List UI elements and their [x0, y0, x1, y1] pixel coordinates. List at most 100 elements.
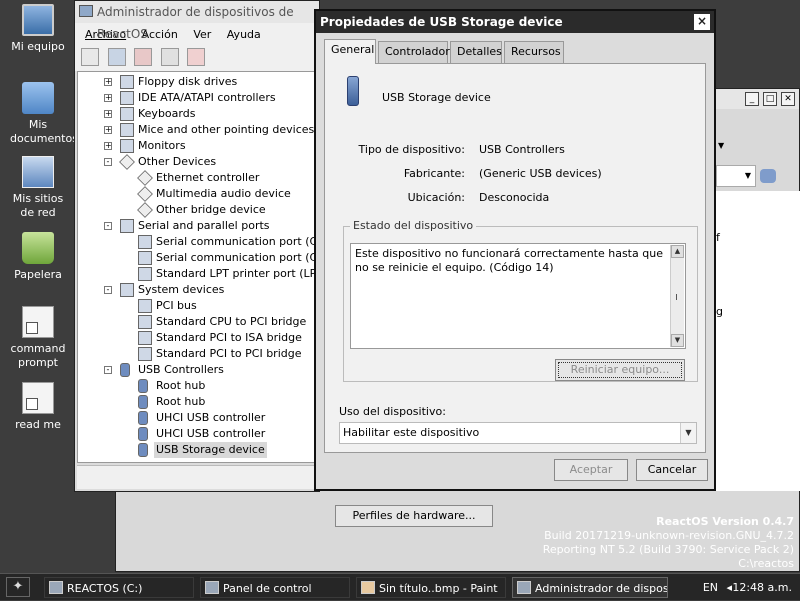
desktop-icon-my-computer[interactable]: Mi equipo — [0, 4, 76, 54]
tree-item[interactable]: UHCI USB controller — [78, 410, 316, 426]
background-view-icon[interactable] — [760, 169, 776, 183]
desktop-icon-my-documents[interactable]: Mis documentos — [0, 82, 78, 146]
tree-item[interactable]: Standard CPU to PCI bridge — [78, 314, 316, 330]
menu-ver[interactable]: Ver — [187, 25, 217, 44]
tree-item[interactable]: Serial communication port (COM — [78, 234, 316, 250]
start-button[interactable]: ✦ — [6, 577, 30, 597]
scroll-down-icon[interactable]: ▼ — [671, 334, 684, 347]
tree-item[interactable]: Standard PCI to PCI bridge — [78, 346, 316, 362]
desktop-icon-label: Papelera — [14, 268, 62, 281]
tree-item-label: Floppy disk drives — [138, 75, 238, 88]
tree-item[interactable]: Other bridge device — [78, 202, 316, 218]
properties-icon[interactable] — [81, 48, 99, 66]
close-button[interactable]: × — [694, 14, 710, 30]
tree-item[interactable]: Root hub — [78, 394, 316, 410]
device-manager-titlebar: Administrador de dispositivos de ReactOS — [75, 1, 319, 41]
tab-detalles[interactable]: Detalles — [450, 41, 502, 63]
tab-recursos[interactable]: Recursos — [504, 41, 564, 63]
tree-item[interactable]: Ethernet controller — [78, 170, 316, 186]
scan-hardware-icon[interactable] — [134, 48, 152, 66]
tree-item[interactable]: PCI bus — [78, 298, 316, 314]
tree-item[interactable]: - USB Controllers — [78, 362, 316, 378]
volume-icon[interactable]: ◂ — [726, 574, 732, 601]
desktop-icon-read-me[interactable]: read me — [0, 382, 76, 432]
hardware-profiles-button[interactable]: Perfiles de hardware... — [335, 505, 493, 527]
paint-icon — [361, 581, 375, 594]
usb-icon — [138, 411, 148, 425]
device-category-icon — [120, 219, 134, 233]
version-line-3: Reporting NT 5.2 (Build 3790: Service Pa… — [542, 543, 794, 556]
background-address-combo[interactable]: ▼ — [716, 165, 756, 187]
task-paint[interactable]: Sin título..bmp - Paint — [356, 577, 506, 598]
tree-item[interactable]: Standard PCI to ISA bridge — [78, 330, 316, 346]
tab-controlador[interactable]: Controlador — [378, 41, 450, 63]
scroll-up-icon[interactable]: ▲ — [671, 245, 684, 258]
ok-button[interactable]: Aceptar — [554, 459, 628, 481]
tree-item[interactable]: Multimedia audio device — [78, 186, 316, 202]
restart-computer-button[interactable]: Reiniciar equipo... — [555, 359, 685, 381]
tree-item[interactable]: + Floppy disk drives — [78, 74, 316, 90]
property-value: (Generic USB devices) — [479, 167, 602, 180]
device-tree[interactable]: + Floppy disk drives + IDE ATA/ATAPI contro… — [77, 71, 317, 463]
general-tab-page: USB Storage device Tipo de dispositivo: … — [324, 63, 706, 453]
expand-icon[interactable]: + — [104, 126, 112, 134]
property-label: Ubicación: — [407, 191, 465, 204]
desktop-icon-recycle-bin[interactable]: Papelera — [0, 232, 76, 282]
tab-general[interactable]: General — [324, 39, 376, 64]
background-minimize-button[interactable]: _ — [745, 92, 759, 106]
device-usage-select[interactable]: Habilitar este dispositivo ▼ — [339, 422, 697, 444]
background-maximize-button[interactable]: □ — [763, 92, 777, 106]
tree-item[interactable]: + Mice and other pointing devices — [78, 122, 316, 138]
expand-icon[interactable]: + — [104, 78, 112, 86]
tree-item-label: Serial and parallel ports — [138, 219, 270, 232]
tree-item[interactable]: - System devices — [78, 282, 316, 298]
device-manager-icon — [79, 5, 93, 17]
expand-icon[interactable]: + — [104, 110, 112, 118]
tree-item[interactable]: + IDE ATA/ATAPI controllers — [78, 90, 316, 106]
collapse-icon[interactable]: - — [104, 366, 112, 374]
tree-item-label: UHCI USB controller — [156, 411, 266, 424]
device-category-icon — [138, 235, 152, 249]
expand-icon[interactable]: + — [104, 94, 112, 102]
device-manager-window: Administrador de dispositivos de ReactOS… — [74, 0, 320, 492]
device-category-icon — [120, 139, 134, 153]
device-manager-toolbar — [75, 45, 319, 71]
task-reactos-drive[interactable]: REACTOS (C:) — [44, 577, 194, 598]
background-close-button[interactable]: ✕ — [781, 92, 795, 106]
network-icon — [22, 156, 54, 188]
tree-item[interactable]: Root hub — [78, 378, 316, 394]
tree-item[interactable]: UHCI USB controller — [78, 426, 316, 442]
unknown-device-icon — [137, 170, 153, 186]
language-indicator[interactable]: EN — [703, 574, 718, 601]
tree-item[interactable]: + Monitors — [78, 138, 316, 154]
device-status-text[interactable]: Este dispositivo no funcionará correctam… — [350, 243, 686, 349]
tree-item-label: Serial communication port (COM — [156, 251, 317, 264]
menu-ayuda[interactable]: Ayuda — [221, 25, 267, 44]
task-device-manager[interactable]: Administrador de disposi... — [512, 577, 668, 598]
tree-item[interactable]: Serial communication port (COM — [78, 250, 316, 266]
device-category-icon — [138, 267, 152, 281]
start-icon: ✦ — [12, 579, 24, 594]
update-driver-icon[interactable] — [160, 48, 179, 66]
tree-item[interactable]: - Serial and parallel ports — [78, 218, 316, 234]
status-scrollbar[interactable]: ▲ ▼ — [670, 245, 684, 347]
desktop-icon-command-prompt[interactable]: command prompt — [0, 306, 76, 370]
tree-item[interactable]: - Other Devices — [78, 154, 316, 170]
task-label: Administrador de disposi... — [535, 582, 668, 595]
collapse-icon[interactable]: - — [104, 286, 112, 294]
chevron-down-icon: ▼ — [744, 171, 752, 180]
tree-item[interactable]: USB Storage device — [78, 442, 316, 458]
version-line-1: ReactOS Version 0.4.7 — [656, 515, 794, 528]
task-control-panel[interactable]: Panel de control — [200, 577, 350, 598]
tree-item[interactable]: Standard LPT printer port (LPT1) — [78, 266, 316, 282]
clock[interactable]: 12:48 a.m. — [732, 574, 792, 601]
cancel-button[interactable]: Cancelar — [636, 459, 708, 481]
tree-item[interactable]: + Keyboards — [78, 106, 316, 122]
collapse-icon[interactable]: - — [104, 158, 112, 166]
computer-icon[interactable] — [107, 48, 126, 66]
uninstall-icon[interactable] — [187, 48, 205, 66]
task-label: REACTOS (C:) — [67, 582, 143, 595]
collapse-icon[interactable]: - — [104, 222, 112, 230]
expand-icon[interactable]: + — [104, 142, 112, 150]
desktop-icon-network[interactable]: Mis sitios de red — [0, 156, 76, 220]
